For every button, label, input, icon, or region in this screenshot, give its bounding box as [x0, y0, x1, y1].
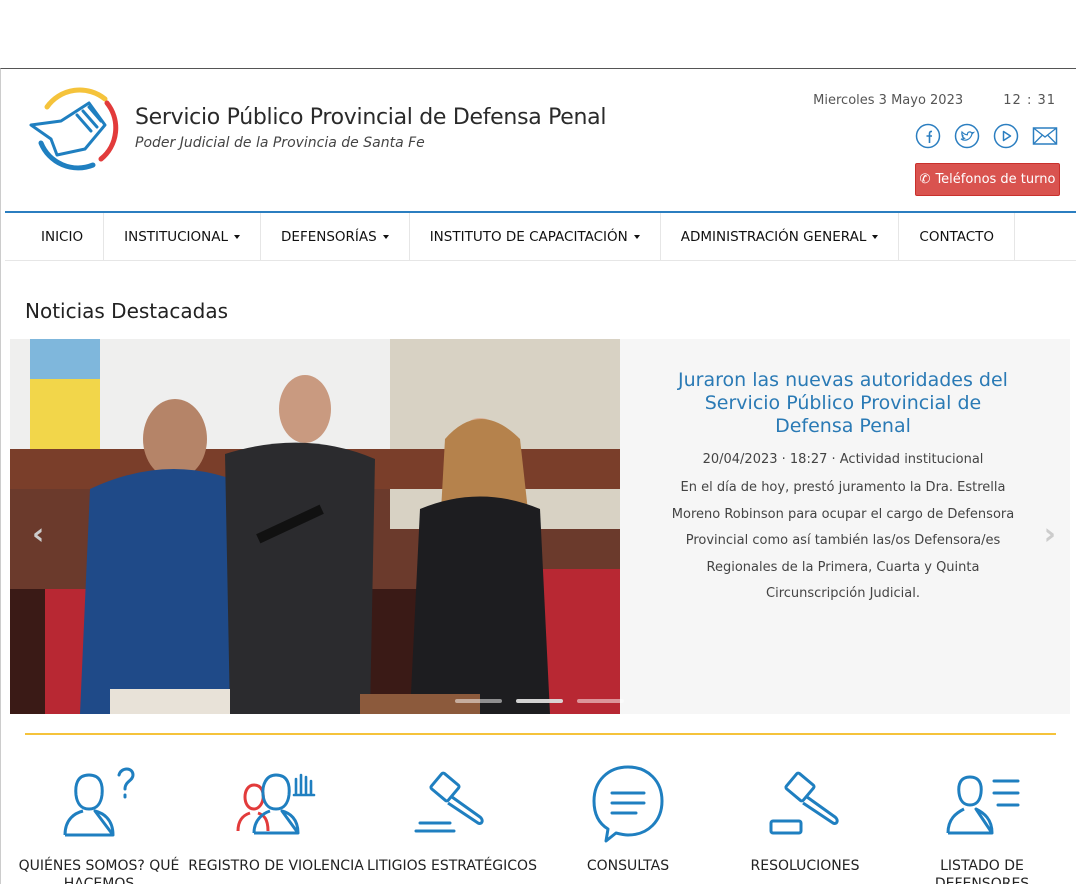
caret-down-icon: [382, 234, 389, 239]
person-question-icon: [63, 767, 135, 837]
service-label: LISTADO DE DEFENSORES: [934, 858, 1030, 884]
carousel-prev-icon[interactable]: ‹: [32, 517, 44, 552]
service-registro-violencia[interactable]: REGISTRO DE VIOLENCIA: [188, 763, 364, 875]
nav-label: CONTACTO: [919, 228, 995, 245]
page: Servicio Público Provincial de Defensa P…: [0, 68, 1076, 884]
service-resoluciones[interactable]: RESOLUCIONES: [717, 763, 893, 875]
service-label: CONSULTAS: [586, 858, 670, 874]
current-date: Miercoles 3 Mayo 2023: [813, 93, 964, 108]
carousel-indicator[interactable]: [516, 699, 563, 703]
nav-item-administracion-general[interactable]: ADMINISTRACIÓN GENERAL: [661, 213, 900, 260]
news-caption: Juraron las nuevas autoridades del Servi…: [668, 369, 1018, 608]
news-title-link[interactable]: Juraron las nuevas autoridades del Servi…: [668, 369, 1018, 438]
news-photo[interactable]: [10, 339, 620, 714]
twitter-icon[interactable]: [954, 123, 980, 149]
phones-on-duty-button[interactable]: ✆ Teléfonos de turno: [915, 163, 1060, 196]
service-listado-defensores[interactable]: LISTADO DE DEFENSORES: [894, 763, 1070, 884]
service-label: REGISTRO DE VIOLENCIA: [188, 858, 364, 874]
main-nav: INICIO INSTITUCIONAL DEFENSORÍAS INSTITU…: [5, 211, 1076, 261]
social-links: [915, 123, 1058, 149]
nav-item-institucional[interactable]: INSTITUCIONAL: [104, 213, 262, 260]
divider: [25, 733, 1056, 735]
news-carousel: ‹ Juraron las nuevas autoridades del Ser…: [10, 339, 1070, 714]
service-litigios-estrategicos[interactable]: LITIGIOS ESTRATÉGICOS: [364, 763, 540, 875]
news-summary: En el día de hoy, prestó juramento la Dr…: [671, 480, 1015, 601]
service-label: QUIÉNES SOMOS? QUÉ HACEMOS: [18, 858, 180, 884]
phones-button-label: Teléfonos de turno: [935, 172, 1056, 187]
chat-bubble-icon: [592, 765, 664, 843]
site-subtitle: Poder Judicial de la Provincia de Santa …: [135, 135, 425, 151]
service-consultas[interactable]: CONSULTAS: [540, 763, 716, 875]
caret-down-icon: [633, 234, 640, 239]
nav-item-instituto-capacitacion[interactable]: INSTITUTO DE CAPACITACIÓN: [410, 213, 661, 260]
nav-label: INSTITUCIONAL: [124, 228, 229, 245]
people-hand-icon: [236, 773, 316, 835]
nav-item-defensorias[interactable]: DEFENSORÍAS: [261, 213, 410, 260]
phone-icon: ✆: [919, 172, 931, 187]
nav-label: INICIO: [41, 228, 84, 245]
current-time: 12 : 31: [1003, 93, 1056, 108]
carousel-indicator[interactable]: [455, 699, 502, 703]
service-label: LITIGIOS ESTRATÉGICOS: [367, 858, 537, 874]
service-quienes-somos[interactable]: QUIÉNES SOMOS? QUÉ HACEMOS: [11, 763, 187, 884]
nav-label: INSTITUTO DE CAPACITACIÓN: [429, 228, 628, 245]
caret-down-icon: [872, 234, 879, 239]
site-title[interactable]: Servicio Público Provincial de Defensa P…: [135, 105, 606, 130]
nav-item-inicio[interactable]: INICIO: [5, 213, 105, 260]
carousel-next-icon[interactable]: ›: [1044, 517, 1056, 552]
nav-label: DEFENSORÍAS: [281, 228, 377, 245]
logo-icon[interactable]: [27, 85, 123, 171]
gavel-block-icon: [769, 771, 839, 835]
person-list-icon: [946, 775, 1020, 835]
section-title-news: Noticias Destacadas: [25, 299, 229, 323]
caret-down-icon: [234, 234, 241, 239]
carousel-indicator[interactable]: [577, 699, 624, 703]
gavel-icon: [414, 771, 484, 833]
nav-label: ADMINISTRACIÓN GENERAL: [680, 228, 867, 245]
youtube-icon[interactable]: [993, 123, 1019, 149]
mail-icon[interactable]: [1032, 123, 1058, 149]
facebook-icon[interactable]: [915, 123, 941, 149]
news-meta: 20/04/2023 · 18:27 · Actividad instituci…: [702, 452, 984, 467]
carousel-indicators: [455, 699, 624, 703]
nav-item-contacto[interactable]: CONTACTO: [899, 213, 1016, 260]
service-label: RESOLUCIONES: [750, 858, 860, 874]
date-time: Miercoles 3 Mayo 2023 12 : 31: [813, 93, 1056, 108]
